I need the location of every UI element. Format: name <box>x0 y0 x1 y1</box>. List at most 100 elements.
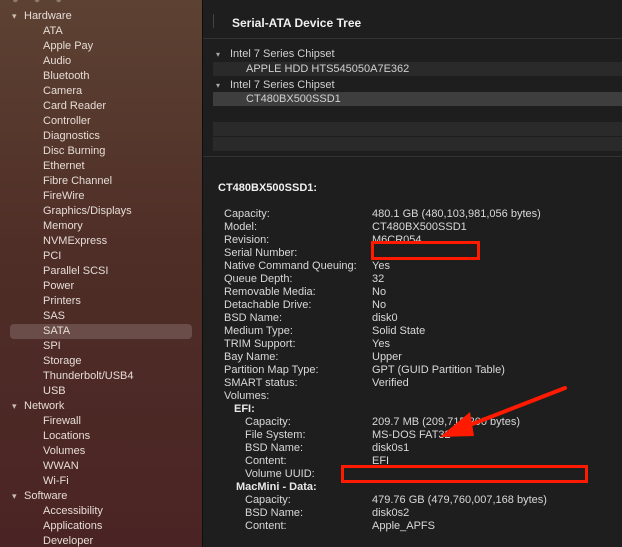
field-label: Detachable Drive: <box>224 299 312 311</box>
sidebar-item-ata[interactable]: ATA <box>43 24 63 39</box>
sidebar-item-storage[interactable]: Storage <box>43 354 82 369</box>
tree-title: Serial-ATA Device Tree <box>232 16 362 30</box>
tree-row-intel-7-series-chipset[interactable]: ▾ Intel 7 Series Chipset <box>216 47 335 61</box>
sidebar-item-memory[interactable]: Memory <box>43 219 83 234</box>
sidebar-item-diagnostics[interactable]: Diagnostics <box>43 129 100 144</box>
sidebar-item-volumes[interactable]: Volumes <box>43 444 85 459</box>
volume-field-label: Volume UUID: <box>245 468 315 480</box>
sidebar-item-apple-pay[interactable]: Apple Pay <box>43 39 93 54</box>
field-label: Medium Type: <box>224 325 293 337</box>
sidebar-item-parallel-scsi[interactable]: Parallel SCSI <box>43 264 108 279</box>
field-value: GPT (GUID Partition Table) <box>372 364 505 376</box>
field-value: 480.1 GB (480,103,981,056 bytes) <box>372 208 541 220</box>
field-value: Upper <box>372 351 402 363</box>
volume-heading-efi: EFI: <box>234 403 255 415</box>
field-label: Volumes: <box>224 390 270 402</box>
sidebar-item-pci[interactable]: PCI <box>43 249 61 264</box>
tree-header: Serial-ATA Device Tree <box>203 0 622 39</box>
sidebar-item-nvmexpress[interactable]: NVMExpress <box>43 234 107 249</box>
volume-field-value: Apple_APFS <box>372 520 435 532</box>
field-value: disk0 <box>372 312 398 324</box>
field-label: Revision: <box>224 234 270 246</box>
field-label: Serial Number: <box>224 247 298 259</box>
tree-row-label: APPLE HDD HTS545050A7E362 <box>246 63 410 75</box>
field-label: Capacity: <box>224 208 270 220</box>
tree-row-intel-7-series-chipset[interactable]: ▾ Intel 7 Series Chipset <box>216 78 335 92</box>
sidebar-group-software[interactable]: ▾ Software <box>12 489 67 504</box>
sidebar-item-spi[interactable]: SPI <box>43 339 61 354</box>
sidebar-group-hardware[interactable]: ▾ Hardware <box>12 9 72 24</box>
chevron-down-icon[interactable]: ▾ <box>216 79 230 93</box>
field-label: BSD Name: <box>224 312 283 324</box>
sidebar-item-controller[interactable]: Controller <box>43 114 91 129</box>
sidebar-item-disc-burning[interactable]: Disc Burning <box>43 144 105 159</box>
field-label: Removable Media: <box>224 286 316 298</box>
sidebar-item-sas[interactable]: SAS <box>43 309 65 324</box>
sidebar-item-usb[interactable]: USB <box>43 384 66 399</box>
sidebar-item-developer[interactable]: Developer <box>43 534 93 547</box>
chevron-down-icon[interactable]: ▾ <box>216 48 230 62</box>
field-value: Yes <box>372 338 390 350</box>
sidebar-item-ethernet[interactable]: Ethernet <box>43 159 85 174</box>
field-value: CT480BX500SSD1 <box>372 221 467 233</box>
tree-row-label: Intel 7 Series Chipset <box>230 79 335 91</box>
field-label: Partition Map Type: <box>224 364 319 376</box>
volume-field-value: disk0s1 <box>372 442 410 454</box>
tree-row-apple-hdd-hts545050a7e362[interactable]: APPLE HDD HTS545050A7E362 <box>246 62 409 76</box>
field-value: Solid State <box>372 325 426 337</box>
volume-field-value: MS-DOS FAT32 <box>372 429 451 441</box>
sidebar-item-firewire[interactable]: FireWire <box>43 189 85 204</box>
sidebar-item-thunderbolt-usb4[interactable]: Thunderbolt/USB4 <box>43 369 134 384</box>
sidebar-item-applications[interactable]: Applications <box>43 519 102 534</box>
sidebar-item-sata[interactable]: SATA <box>43 324 70 339</box>
sidebar-item-bluetooth[interactable]: Bluetooth <box>43 69 89 84</box>
serial-number-redaction <box>371 241 480 260</box>
tree-empty-row <box>213 122 622 136</box>
field-label: Native Command Queuing: <box>224 260 357 272</box>
sidebar-group-network[interactable]: ▾ Network <box>12 399 64 414</box>
split-divider[interactable] <box>203 156 622 157</box>
volume-field-label: File System: <box>245 429 306 441</box>
sidebar-item-card-reader[interactable]: Card Reader <box>43 99 106 114</box>
field-value: 32 <box>372 273 385 285</box>
sidebar-item-camera[interactable]: Camera <box>43 84 82 99</box>
sidebar-item-wi-fi[interactable]: Wi-Fi <box>43 474 69 489</box>
volume-field-label: Content: <box>245 520 287 532</box>
sidebar-item-audio[interactable]: Audio <box>43 54 71 69</box>
tree-empty-row <box>213 137 622 151</box>
window-controls[interactable]: ● ● ● <box>12 0 68 6</box>
sidebar-item-accessibility[interactable]: Accessibility <box>43 504 103 519</box>
detail-title: CT480BX500SSD1: <box>218 182 318 194</box>
field-label: Queue Depth: <box>224 273 293 285</box>
volume-field-label: BSD Name: <box>245 507 304 519</box>
field-label: Bay Name: <box>224 351 279 363</box>
volume-field-label: Content: <box>245 455 287 467</box>
chevron-down-icon[interactable]: ▾ <box>12 399 24 414</box>
sidebar-item-firewall[interactable]: Firewall <box>43 414 81 429</box>
field-value: No <box>372 286 387 298</box>
volume-heading-macmini-data: MacMini - Data: <box>236 481 317 493</box>
sidebar-group-label: Hardware <box>24 10 72 22</box>
tree-row-label: Intel 7 Series Chipset <box>230 48 335 60</box>
field-value: No <box>372 299 387 311</box>
field-label: Model: <box>224 221 258 233</box>
chevron-down-icon[interactable]: ▾ <box>12 489 24 504</box>
sidebar-group-label: Software <box>24 490 68 502</box>
sidebar-item-locations[interactable]: Locations <box>43 429 90 444</box>
sidebar-item-power[interactable]: Power <box>43 279 74 294</box>
field-value: Verified <box>372 377 409 389</box>
volume-field-label: Capacity: <box>245 416 291 428</box>
volume-uuid-redaction <box>341 465 588 483</box>
chevron-down-icon[interactable]: ▾ <box>12 9 24 24</box>
field-label: SMART status: <box>224 377 298 389</box>
tree-row-ct480bx500ssd1[interactable]: CT480BX500SSD1 <box>246 92 341 106</box>
sidebar-item-wwan[interactable]: WWAN <box>43 459 79 474</box>
sidebar-item-graphics-displays[interactable]: Graphics/Displays <box>43 204 132 219</box>
tree-row-label: CT480BX500SSD1 <box>246 93 341 105</box>
field-label: TRIM Support: <box>224 338 296 350</box>
volume-field-value: 209.7 MB (209,715,200 bytes) <box>372 416 520 428</box>
sidebar-selection-highlight <box>10 324 192 339</box>
sidebar-item-printers[interactable]: Printers <box>43 294 81 309</box>
field-value: Yes <box>372 260 390 272</box>
sidebar-item-fibre-channel[interactable]: Fibre Channel <box>43 174 112 189</box>
